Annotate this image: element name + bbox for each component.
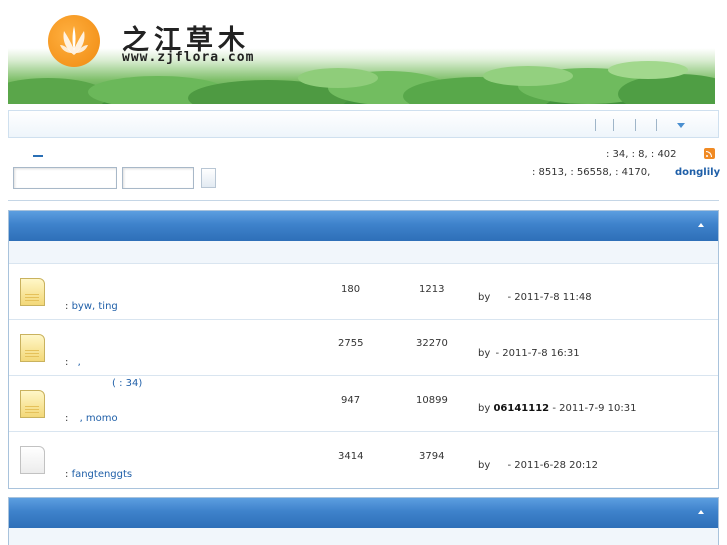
nav-separator (635, 119, 636, 131)
last-post[interactable]: by - 2011-6-28 20:12 (478, 460, 598, 471)
moderator-links[interactable]: byw, ting (72, 301, 118, 312)
forum-row[interactable]: : byw, ting 180 1213 by - 2011-7-8 11:48 (9, 264, 718, 320)
stats-totals: : 8513, : 56558, : 4170, (532, 167, 651, 178)
topic-count: 180 (341, 284, 361, 295)
column-header-row (9, 241, 718, 264)
site-url: www.zjflora.com (122, 50, 255, 65)
newest-member-link[interactable]: donglily (675, 167, 720, 178)
moderators-prefix: : (65, 357, 69, 368)
site-banner: 之江草木 www.zjflora.com (8, 8, 715, 104)
moderators-prefix: : (65, 413, 69, 424)
category-header (9, 498, 718, 528)
last-post-time[interactable]: - 2011-6-28 20:12 (507, 460, 598, 471)
last-post-time[interactable]: - 2011-7-8 11:48 (507, 292, 591, 303)
nav-separator (656, 119, 657, 131)
forum-category-panel (8, 497, 719, 545)
login-link[interactable] (33, 155, 43, 157)
post-count: 32270 (416, 338, 448, 349)
last-post-time[interactable]: - 2011-7-8 16:31 (495, 348, 579, 359)
last-post-by: by (478, 460, 491, 471)
login-button[interactable] (201, 168, 216, 188)
topic-count: 947 (341, 395, 361, 406)
moderators-prefix: : (65, 301, 69, 312)
moderators-prefix: : (65, 469, 69, 480)
last-post[interactable]: by 06141112 - 2011-7-9 10:31 (478, 403, 637, 414)
moderators: : fangtenggts (65, 469, 132, 480)
moderators: : , momo (65, 413, 118, 424)
collapse-arrow-icon[interactable] (698, 510, 704, 514)
nav-dropdown-arrow-icon[interactable] (677, 123, 685, 128)
last-post[interactable]: by - 2011-7-8 16:31 (478, 348, 580, 359)
username-input[interactable] (13, 167, 117, 189)
category-header (9, 211, 718, 241)
last-post-user[interactable]: 06141112 (493, 403, 549, 414)
stats-today: : 34, : 8, : 402 (606, 149, 677, 160)
last-post-by: by (478, 403, 491, 414)
nav-bar (8, 110, 719, 138)
moderator-links[interactable]: , (78, 357, 81, 368)
moderators: : byw, ting (65, 301, 118, 312)
last-post[interactable]: by - 2011-7-8 11:48 (478, 292, 592, 303)
forum-row[interactable]: : fangtenggts 3414 3794 by - 2011-6-28 2… (9, 432, 718, 488)
post-count: 10899 (416, 395, 448, 406)
post-count: 1213 (419, 284, 445, 295)
new-posts-folder-icon (20, 278, 45, 306)
new-posts-folder-icon (20, 334, 45, 362)
collapse-arrow-icon[interactable] (698, 223, 704, 227)
post-count: 3794 (419, 451, 445, 462)
no-new-posts-folder-icon (20, 446, 45, 474)
topic-count: 2755 (338, 338, 364, 349)
column-header-row (9, 528, 718, 545)
lotus-leaves-image (8, 61, 715, 104)
forum-row[interactable]: ( : 34) : , momo 947 10899 by 06141112 -… (9, 376, 718, 432)
nav-separator (613, 119, 614, 131)
today-posts: ( : 34) (112, 378, 143, 389)
last-post-time[interactable]: - 2011-7-9 10:31 (552, 403, 636, 414)
header-divider (8, 200, 719, 201)
last-post-by: by (478, 348, 491, 359)
password-input[interactable] (122, 167, 194, 189)
rss-feed-icon[interactable] (704, 148, 715, 159)
last-post-by: by (478, 292, 491, 303)
forum-row[interactable]: : , 2755 32270 by - 2011-7-8 16:31 (9, 320, 718, 376)
moderators: : , (65, 357, 81, 368)
moderator-links[interactable]: , momo (80, 413, 118, 424)
moderator-links[interactable]: fangtenggts (72, 469, 133, 480)
nav-separator (595, 119, 596, 131)
topic-count: 3414 (338, 451, 364, 462)
new-posts-folder-icon (20, 390, 45, 418)
lotus-logo-icon (48, 15, 100, 67)
forum-category-panel: : byw, ting 180 1213 by - 2011-7-8 11:48… (8, 210, 719, 489)
